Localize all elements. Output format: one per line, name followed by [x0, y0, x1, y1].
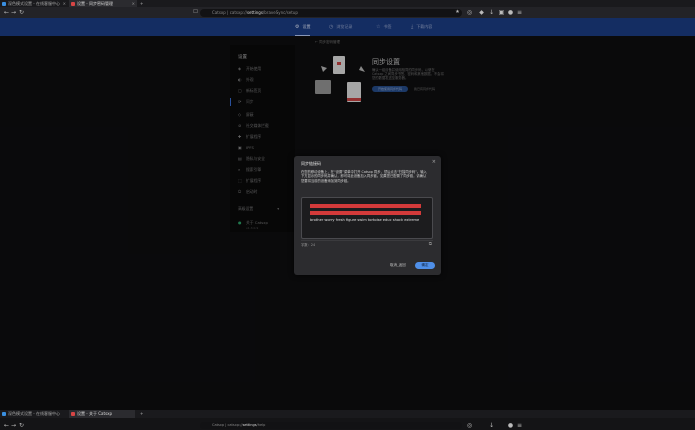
forward-icon[interactable]: →	[10, 422, 17, 429]
sync-code-phrase-box[interactable]: brother worry fresh figure swim tortoise…	[301, 197, 433, 239]
sync-code-phrase: brother worry fresh figure swim tortoise…	[310, 218, 420, 222]
back-icon[interactable]: ←	[3, 9, 10, 16]
reload-icon[interactable]: ↻	[18, 422, 25, 429]
sync-code-dialog: 同步链接码 × 在您的移动设备上，在“设置”菜单中打开 Catsxp 同步，然后…	[294, 156, 441, 275]
bookmark-page-icon[interactable]: ☐	[192, 9, 199, 16]
browser-tab-active[interactable]: 设置 - 同步密码管理 ×	[69, 0, 137, 7]
close-icon[interactable]: ×	[63, 0, 66, 7]
address-bar[interactable]: Catsxp | catsxp://settings/braveSync/set…	[200, 8, 462, 17]
copy-icon[interactable]: ⧉	[429, 242, 432, 248]
browser-tab-active[interactable]: 设置 - 关于 Catsxp	[69, 410, 135, 418]
download-icon[interactable]: ↓	[488, 422, 495, 429]
dialog-description: 在您的移动设备上，在“设置”菜单中打开 Catsxp 同步，然后点击“扫描同步码…	[301, 170, 427, 183]
new-tab-button[interactable]: +	[139, 410, 147, 418]
new-tab-button[interactable]: +	[139, 0, 147, 7]
close-icon[interactable]: ×	[132, 0, 135, 7]
shield-icon[interactable]: ◎	[466, 422, 473, 429]
cancel-button[interactable]: 取消_返回	[390, 262, 406, 269]
browser-tab[interactable]: 深色模式设置 - 在线客服中心	[0, 410, 66, 418]
tab-label: 深色模式设置 - 在线客服中心	[8, 1, 60, 6]
second-window-chrome: 深色模式设置 - 在线客服中心 设置 - 关于 Catsxp + ← → ↻ C…	[0, 410, 695, 430]
word-count: 字数：24	[301, 243, 316, 247]
redacted-bar	[310, 211, 421, 215]
browser-tab[interactable]: 深色模式设置 - 在线客服中心 ×	[0, 0, 68, 7]
forward-icon[interactable]: →	[10, 9, 17, 16]
profile-icon[interactable]: ●	[507, 422, 514, 429]
tab-favicon-icon	[2, 1, 6, 6]
shield-icon[interactable]: ◎	[466, 9, 473, 16]
menu-icon[interactable]: ≡	[516, 422, 523, 429]
tab-favicon-icon	[71, 1, 75, 6]
wallet-icon[interactable]: ▣	[498, 9, 505, 16]
second-window-tab-strip: 深色模式设置 - 在线客服中心 设置 - 关于 Catsxp +	[0, 410, 695, 418]
extension-icon[interactable]: ◆	[478, 9, 485, 16]
star-icon[interactable]: ★	[454, 9, 461, 16]
tab-label: 设置 - 关于 Catsxp	[77, 411, 113, 416]
download-icon[interactable]: ↓	[488, 9, 495, 16]
browser-toolbar: ← → ↻ ☐ Catsxp | catsxp://settings/brave…	[0, 7, 695, 18]
tab-favicon-icon	[2, 411, 6, 416]
menu-icon[interactable]: ≡	[516, 9, 523, 16]
divider	[301, 240, 433, 241]
profile-icon[interactable]: ●	[507, 9, 514, 16]
dialog-title: 同步链接码	[301, 161, 321, 166]
address-bar[interactable]: Catsxp | catsxp://settings/help	[200, 422, 462, 429]
tab-label: 深色模式设置 - 在线客服中心	[8, 411, 60, 416]
back-icon[interactable]: ←	[3, 422, 10, 429]
ok-button[interactable]: 确定	[415, 262, 435, 269]
tab-label: 设置 - 同步密码管理	[77, 1, 113, 6]
browser-tab-strip: 深色模式设置 - 在线客服中心 × 设置 - 同步密码管理 × +	[0, 0, 695, 7]
redacted-bar	[310, 204, 421, 208]
tab-favicon-icon	[71, 411, 75, 416]
reload-icon[interactable]: ↻	[18, 9, 25, 16]
close-icon[interactable]: ×	[432, 159, 436, 165]
